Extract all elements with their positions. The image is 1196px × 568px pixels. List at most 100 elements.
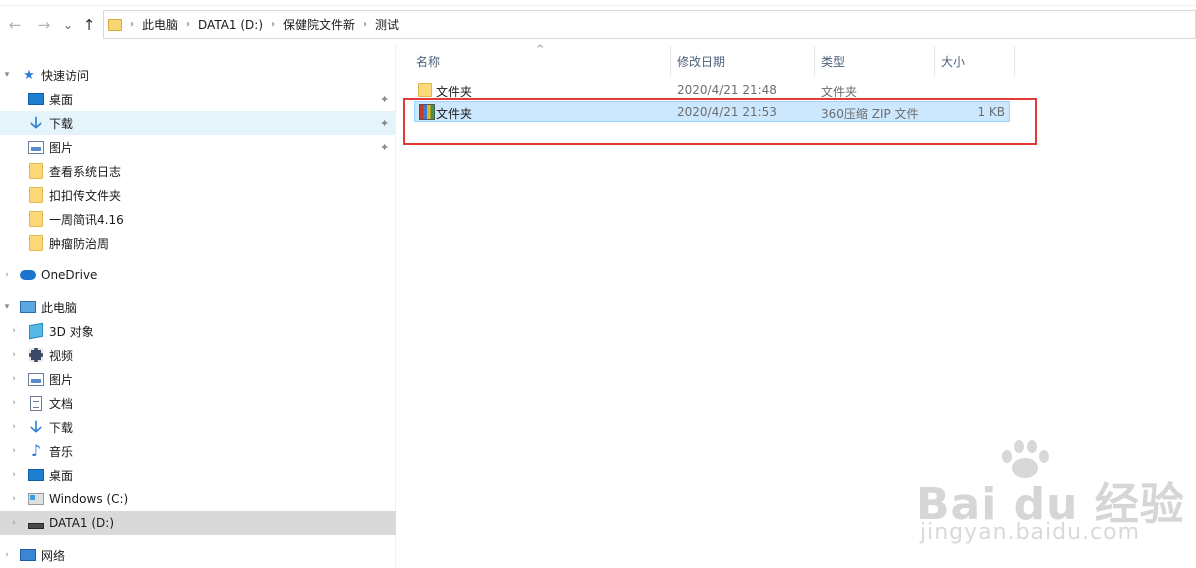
sidebar-item-network[interactable]: › 网络 [0,543,396,567]
sidebar-item-label: 图片 [49,372,74,387]
baidu-jingyan-watermark: Bai du 经验 jingyan.baidu.com [916,440,1184,550]
expand-icon[interactable]: › [9,446,19,456]
address-bar[interactable]: › 此电脑 › DATA1 (D:) › 保健院文件新 › 测试 [103,10,1196,39]
sidebar-item-label: 此电脑 [41,300,78,315]
expand-icon[interactable]: › [9,494,19,504]
column-header-name[interactable]: 名称 [410,46,671,76]
windows-drive-icon [28,491,44,507]
address-row: ← → ⌄ ↑ › 此电脑 › DATA1 (D:) › 保健院文件新 › 测试 [0,6,1196,44]
sidebar-item-folder[interactable]: 扣扣传文件夹 [0,183,396,207]
expand-icon[interactable]: ▾ [2,70,12,80]
sidebar-item-documents[interactable]: › 文档 [0,391,396,415]
folder-icon [108,18,122,31]
expand-icon[interactable]: › [9,350,19,360]
network-icon [20,547,36,563]
expand-icon[interactable]: › [9,326,19,336]
sidebar-item-downloads[interactable]: 🡣 下载 ✦ [0,111,396,135]
pin-icon: ✦ [380,140,390,154]
sidebar-item-label: 桌面 [49,92,74,107]
column-header-label: 大小 [941,54,966,69]
back-button[interactable]: ← [6,15,24,35]
column-header-label: 类型 [821,54,846,69]
sidebar-item-onedrive[interactable]: › OneDrive [0,263,396,287]
breadcrumb-current-folder[interactable]: 测试 [375,16,399,33]
column-header-label: 名称 [416,54,441,69]
chevron-right-icon[interactable]: › [186,19,190,30]
sidebar-item-label: Windows (C:) [49,492,129,506]
breadcrumb-this-pc[interactable]: 此电脑 [142,16,178,33]
expand-icon[interactable]: › [9,398,19,408]
sidebar-item-data1-drive[interactable]: › DATA1 (D:) [0,511,396,535]
chevron-right-icon[interactable]: › [363,19,367,30]
annotation-highlight-box [403,98,1037,145]
sidebar-item-folder[interactable]: 肿瘤防治周 [0,231,396,255]
breadcrumb-folder[interactable]: 保健院文件新 [283,16,355,33]
sidebar-item-pictures[interactable]: › 图片 [0,367,396,391]
sidebar-item-label: 查看系统日志 [49,164,122,179]
sidebar-item-quick-access[interactable]: ▾ ★ 快速访问 [0,63,396,87]
column-header-label: 修改日期 [677,54,726,69]
folder-icon [28,235,44,251]
expand-icon[interactable]: › [2,550,12,560]
expand-icon[interactable]: ▾ [2,302,12,312]
pictures-icon [28,139,44,155]
cloud-icon [20,267,36,283]
sidebar-item-label: 视频 [49,348,74,363]
sidebar-item-folder[interactable]: 一周简讯4.16 [0,207,396,231]
sidebar-item-this-pc[interactable]: ▾ 此电脑 [0,295,396,319]
watermark-url: jingyan.baidu.com [920,520,1141,545]
sidebar-item-desktop[interactable]: 桌面 ✦ [0,87,396,111]
music-icon: ♪ [30,441,42,460]
expand-icon[interactable]: › [9,374,19,384]
sidebar-item-label: DATA1 (D:) [49,516,115,530]
up-button[interactable]: ↑ [80,15,98,35]
sidebar-item-label: 扣扣传文件夹 [49,188,122,203]
desktop-icon [28,91,44,107]
document-icon [28,395,44,411]
video-icon [28,347,44,363]
expand-icon[interactable]: › [9,518,19,528]
sidebar-item-label: 图片 [49,140,74,155]
download-icon: 🡣 [30,417,42,436]
sidebar-item-pictures[interactable]: 图片 ✦ [0,135,396,159]
sidebar-item-downloads[interactable]: › 🡣 下载 [0,415,396,439]
column-header-type[interactable]: 类型 [815,46,935,76]
sidebar-item-label: 快速访问 [41,68,90,83]
sidebar-item-label: 3D 对象 [49,324,94,339]
sidebar-item-desktop[interactable]: › 桌面 [0,463,396,487]
sidebar-item-label: 桌面 [49,468,74,483]
3d-objects-icon [28,322,44,340]
expand-icon[interactable]: › [2,270,12,280]
file-modified: 2020/4/21 21:48 [677,83,777,97]
sidebar-item-label: 下载 [49,420,74,435]
download-icon: 🡣 [30,113,42,132]
drive-icon [28,515,44,531]
sidebar-item-folder[interactable]: 查看系统日志 [0,159,396,183]
expand-icon[interactable]: › [9,422,19,432]
sidebar-item-label: 网络 [41,548,66,563]
pin-icon: ✦ [380,116,390,130]
breadcrumb-data1-drive[interactable]: DATA1 (D:) [198,18,263,32]
recent-locations-dropdown[interactable]: ⌄ [59,15,77,35]
sidebar-item-label: 下载 [49,116,74,131]
computer-icon [20,299,36,315]
sidebar-item-label: 一周简讯4.16 [49,212,124,227]
navigation-pane: ▾ ★ 快速访问 桌面 ✦ 🡣 下载 ✦ 图片 ✦ 查看系统日志 扣扣传文件夹 … [0,44,396,568]
pin-icon: ✦ [380,92,390,106]
sidebar-item-label: 音乐 [49,444,74,459]
chevron-right-icon[interactable]: › [130,19,134,30]
sidebar-item-videos[interactable]: › 视频 [0,343,396,367]
column-header-size[interactable]: 大小 [935,46,1015,76]
sidebar-item-windows-drive[interactable]: › Windows (C:) [0,487,396,511]
expand-icon[interactable]: › [9,470,19,480]
sidebar-item-3d-objects[interactable]: › 3D 对象 [0,319,396,343]
column-header-modified[interactable]: 修改日期 [671,46,815,76]
pictures-icon [28,371,44,387]
forward-button[interactable]: → [35,15,53,35]
sidebar-item-music[interactable]: › ♪ 音乐 [0,439,396,463]
chevron-right-icon[interactable]: › [271,19,275,30]
sidebar-item-label: 肿瘤防治周 [49,236,110,251]
folder-icon [418,83,432,97]
folder-icon [28,163,44,179]
folder-icon [28,211,44,227]
